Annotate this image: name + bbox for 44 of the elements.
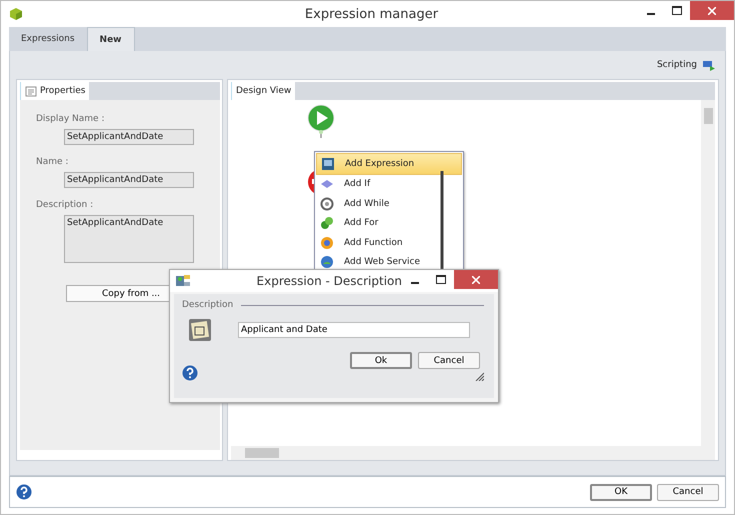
field-label: Description : [36, 200, 94, 210]
text-field[interactable]: SetApplicantAndDate [64, 129, 194, 145]
scripting-link[interactable]: Scripting [656, 60, 697, 70]
horizontal-scrollbar[interactable] [231, 446, 715, 460]
menu-item[interactable]: Add While [316, 194, 462, 214]
monitor-arrow-icon [703, 59, 715, 71]
resize-grip-icon[interactable] [474, 371, 484, 381]
menu-item[interactable]: Add Function [316, 233, 462, 252]
menu-item[interactable]: Add Expression [316, 153, 462, 174]
menu-item[interactable]: Add Web Service [316, 252, 462, 272]
screen-icon [321, 156, 335, 171]
tab[interactable]: New [86, 27, 134, 51]
dialog-title: Expression - Description [256, 274, 402, 288]
orb-icon [320, 236, 334, 250]
globe-icon [320, 255, 334, 270]
menu-item[interactable]: Add For [316, 214, 462, 233]
tab[interactable]: Expressions [9, 27, 87, 51]
dialog-app-icon [176, 274, 190, 288]
menu-item[interactable]: Add If [316, 174, 462, 194]
help-icon[interactable] [182, 365, 198, 381]
field-label: Display Name : [36, 114, 106, 124]
field-label: Name : [36, 157, 70, 167]
properties-tab[interactable]: Properties [20, 82, 90, 100]
text-field[interactable]: SetApplicantAndDate [64, 215, 194, 263]
close-button[interactable] [690, 1, 734, 20]
design-view-tab[interactable]: Design View [231, 82, 296, 100]
dialog-button[interactable]: OK [590, 484, 652, 500]
text-field[interactable]: SetApplicantAndDate [64, 172, 194, 188]
play-node-icon[interactable] [307, 104, 335, 138]
loop-icon [320, 196, 334, 211]
note-icon [188, 318, 212, 342]
close-icon [708, 6, 716, 14]
dialog-button[interactable]: Ok [350, 352, 412, 369]
vertical-scrollbar[interactable] [701, 100, 715, 446]
description-input[interactable]: Applicant and Date [238, 322, 470, 338]
group-label: Description [182, 300, 234, 310]
window-title: Expression manager [304, 6, 438, 22]
cube-icon [9, 7, 23, 21]
dialog-button[interactable]: Cancel [418, 352, 480, 369]
close-button[interactable] [454, 270, 498, 289]
close-icon [472, 276, 480, 284]
dialog-button[interactable]: Cancel [657, 484, 719, 500]
document-icon [25, 86, 37, 96]
help-icon[interactable] [16, 484, 32, 500]
